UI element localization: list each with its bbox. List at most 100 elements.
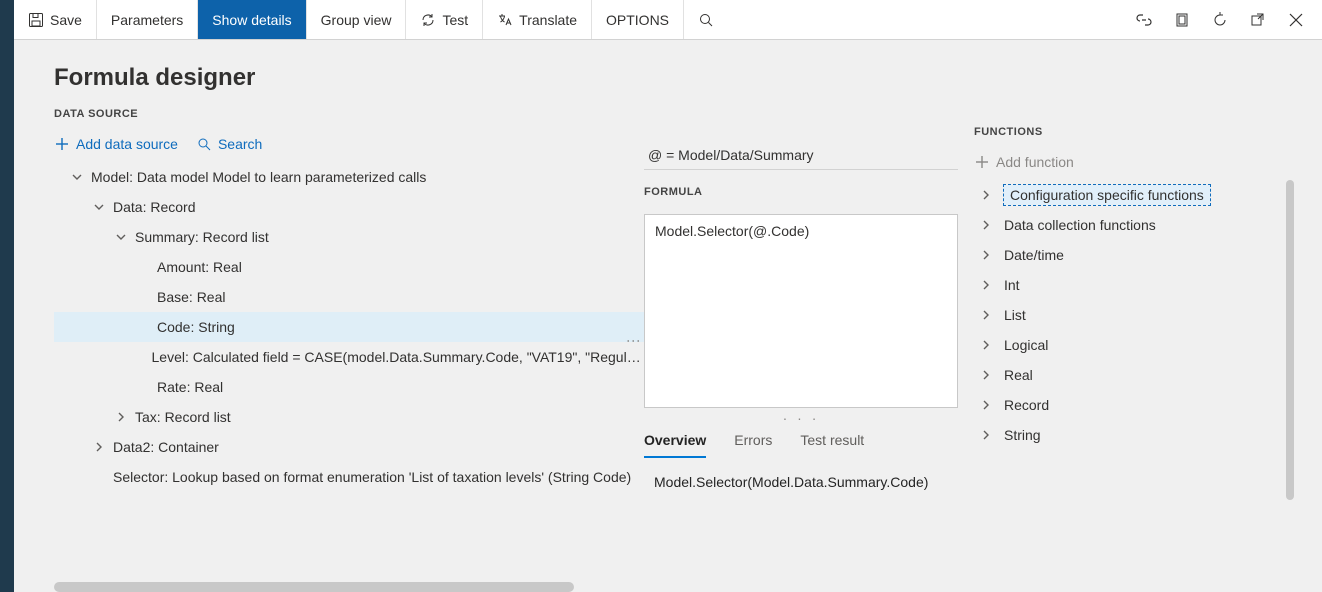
tree-row-label: Rate: Real — [157, 379, 223, 395]
group-view-button[interactable]: Group view — [307, 0, 407, 39]
chevron-right-icon[interactable] — [980, 279, 992, 291]
tab-test-result[interactable]: Test result — [800, 428, 864, 458]
close-icon — [1289, 13, 1303, 27]
search-label: Search — [218, 136, 262, 152]
function-category-row[interactable]: String — [974, 420, 1294, 450]
chevron-right-icon[interactable] — [93, 441, 105, 453]
function-category-row[interactable]: Logical — [974, 330, 1294, 360]
tree-row-label: Base: Real — [157, 289, 225, 305]
chevron-right-icon[interactable] — [980, 189, 992, 201]
search-icon — [196, 136, 212, 152]
translate-label: Translate — [519, 12, 577, 28]
save-label: Save — [50, 12, 82, 28]
chevron-right-icon[interactable] — [115, 411, 127, 423]
data-source-tree[interactable]: Model: Data model Model to learn paramet… — [54, 162, 644, 526]
office-icon — [1174, 12, 1190, 28]
tree-row[interactable]: Tax: Record list — [54, 402, 644, 432]
test-label: Test — [442, 12, 468, 28]
function-category-row[interactable]: List — [974, 300, 1294, 330]
function-category-row[interactable]: Int — [974, 270, 1294, 300]
chevron-right-icon[interactable] — [980, 339, 992, 351]
tree-row-label: Data2: Container — [113, 439, 219, 455]
page-title: Formula designer — [54, 64, 644, 92]
close-button[interactable] — [1280, 0, 1312, 40]
chevron-right-icon[interactable] — [980, 369, 992, 381]
formula-preview: Model.Selector(Model.Data.Summary.Code) — [644, 458, 958, 506]
function-category-label: Logical — [1004, 337, 1048, 353]
chevron-right-icon[interactable] — [980, 429, 992, 441]
function-category-row[interactable]: Data collection functions — [974, 210, 1294, 240]
function-category-row[interactable]: Date/time — [974, 240, 1294, 270]
office-button[interactable] — [1166, 0, 1198, 40]
attach-button[interactable] — [1128, 0, 1160, 40]
chevron-right-icon[interactable] — [980, 309, 992, 321]
show-details-label: Show details — [212, 12, 291, 28]
vertical-scrollbar[interactable] — [1286, 180, 1294, 500]
horizontal-scrollbar[interactable] — [54, 582, 574, 592]
tree-row[interactable]: Level: Calculated field = CASE(model.Dat… — [54, 342, 644, 372]
tree-row[interactable]: Summary: Record list — [54, 222, 644, 252]
toolbar-search-button[interactable] — [684, 0, 728, 39]
refresh-icon — [420, 12, 436, 28]
translate-button[interactable]: Translate — [483, 0, 592, 39]
popout-icon — [1250, 12, 1266, 28]
group-view-label: Group view — [321, 12, 392, 28]
app-left-rail — [0, 0, 14, 592]
tab-overview[interactable]: Overview — [644, 428, 706, 458]
results-tabs: Overview Errors Test result — [644, 428, 958, 458]
options-button[interactable]: OPTIONS — [592, 0, 684, 39]
chevron-down-icon[interactable] — [71, 171, 83, 183]
plus-icon — [54, 136, 70, 152]
tree-row-label: Selector: Lookup based on format enumera… — [113, 469, 631, 485]
tree-row[interactable]: Amount: Real — [54, 252, 644, 282]
function-category-label: Real — [1004, 367, 1033, 383]
tree-row[interactable]: Code: String — [54, 312, 644, 342]
functions-tree[interactable]: Configuration specific functionsData col… — [974, 180, 1294, 450]
spacer — [93, 471, 105, 483]
search-icon — [698, 12, 714, 28]
function-category-row[interactable]: Record — [974, 390, 1294, 420]
add-data-source-action[interactable]: Add data source — [54, 136, 178, 152]
function-category-row[interactable]: Real — [974, 360, 1294, 390]
reload-icon — [1212, 12, 1228, 28]
chevron-down-icon[interactable] — [93, 201, 105, 213]
show-details-button[interactable]: Show details — [198, 0, 306, 39]
tree-row[interactable]: Rate: Real — [54, 372, 644, 402]
formula-text: Model.Selector(@.Code) — [655, 223, 809, 239]
save-button[interactable]: Save — [14, 0, 97, 39]
tree-row-label: Level: Calculated field = CASE(model.Dat… — [152, 349, 644, 365]
plus-icon — [974, 154, 990, 170]
save-icon — [28, 12, 44, 28]
function-category-label: Record — [1004, 397, 1049, 413]
test-button[interactable]: Test — [406, 0, 483, 39]
options-label: OPTIONS — [606, 12, 669, 28]
search-data-source-action[interactable]: Search — [196, 136, 262, 152]
tree-row-label: Model: Data model Model to learn paramet… — [91, 169, 426, 185]
popout-button[interactable] — [1242, 0, 1274, 40]
tree-row[interactable]: Selector: Lookup based on format enumera… — [54, 462, 644, 492]
function-category-row[interactable]: Configuration specific functions — [974, 180, 1294, 210]
command-bar: Save Parameters Show details Group view … — [14, 0, 1322, 40]
tree-row[interactable]: Model: Data model Model to learn paramet… — [54, 162, 644, 192]
function-category-label: Int — [1004, 277, 1020, 293]
translate-icon — [497, 12, 513, 28]
formula-editor[interactable]: Model.Selector(@.Code) — [644, 214, 958, 408]
tree-row[interactable]: Data: Record — [54, 192, 644, 222]
formula-heading: FORMULA — [644, 186, 958, 198]
function-category-label: Date/time — [1004, 247, 1064, 263]
chevron-down-icon[interactable] — [115, 231, 127, 243]
refresh-button[interactable] — [1204, 0, 1236, 40]
tree-row[interactable]: Data2: Container — [54, 432, 644, 462]
data-source-heading: DATA SOURCE — [54, 108, 644, 120]
spacer — [137, 381, 149, 393]
chevron-right-icon[interactable] — [980, 219, 992, 231]
tree-row[interactable]: Base: Real — [54, 282, 644, 312]
chevron-right-icon[interactable] — [980, 249, 992, 261]
add-function-action[interactable]: Add function — [974, 154, 1074, 170]
parameters-button[interactable]: Parameters — [97, 0, 198, 39]
chevron-right-icon[interactable] — [980, 399, 992, 411]
tab-errors[interactable]: Errors — [734, 428, 772, 458]
splitter-handle[interactable]: · · · — [644, 408, 958, 428]
spacer — [137, 321, 149, 333]
parameters-label: Parameters — [111, 12, 183, 28]
